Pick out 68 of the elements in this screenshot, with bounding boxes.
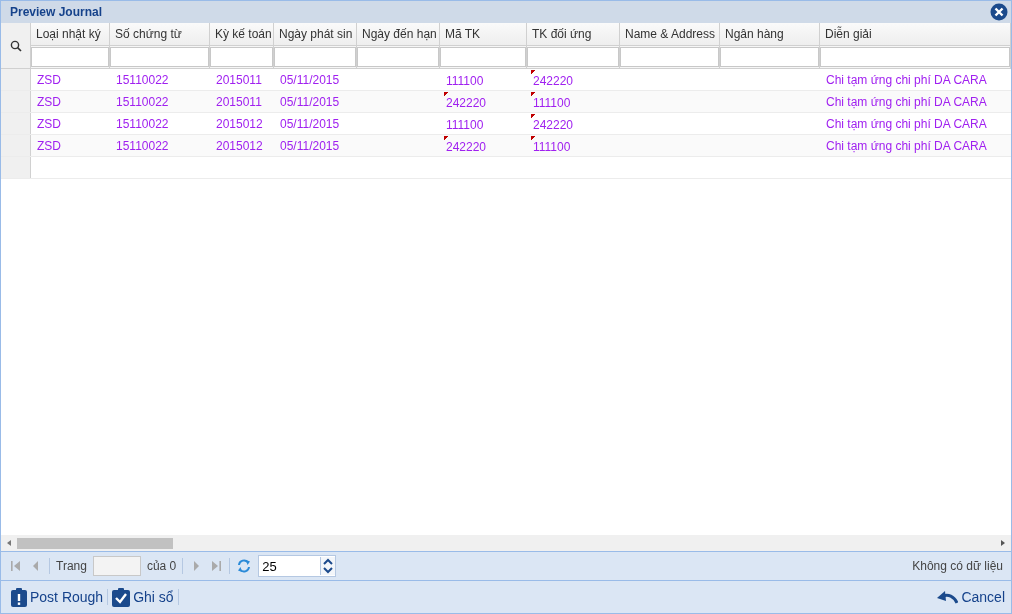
row-header[interactable]: [1, 69, 31, 90]
toolbar-button[interactable]: Ghi sổ: [112, 585, 174, 609]
table-cell-text: 111100: [445, 72, 484, 90]
table-cell: 15110022: [116, 72, 169, 87]
filter-field[interactable]: [210, 47, 273, 67]
row-header[interactable]: [1, 157, 31, 178]
filter-field[interactable]: [440, 47, 526, 67]
table-cell: ZSD: [37, 138, 61, 153]
table-cell: 2015012: [216, 116, 263, 131]
horizontal-scrollbar[interactable]: [1, 535, 1011, 551]
table-cell: 05/11/2015: [280, 94, 340, 109]
table-cell: 05/11/2015: [280, 72, 340, 87]
table-cell: 2015011: [216, 94, 262, 109]
window-title: Preview Journal: [10, 5, 104, 19]
table-cell: 15110022: [116, 138, 169, 153]
table-cell: Chi tạm ứng chi phí DA CARA: [826, 94, 987, 109]
page-size-spinner[interactable]: 25: [258, 555, 337, 577]
clipboard-exclamation-icon: [11, 587, 27, 607]
filter-field[interactable]: [274, 47, 356, 67]
table-cell: 15110022: [116, 116, 169, 131]
table-cell: 05/11/2015: [280, 138, 340, 153]
scroll-left-icon[interactable]: [5, 539, 13, 547]
undo-arrow-icon: [936, 590, 959, 604]
scrollbar-thumb[interactable]: [17, 537, 173, 549]
table-cell-text: 111100: [445, 116, 484, 134]
column-header[interactable]: Loại nhật ký: [31, 23, 109, 46]
filter-field[interactable]: [31, 47, 109, 67]
column-header[interactable]: Name & Address: [620, 23, 719, 46]
table-cell: ZSD: [37, 72, 61, 87]
column-header[interactable]: Kỳ kế toán: [210, 23, 273, 46]
table-cell: 15110022: [116, 94, 169, 109]
status-message: Không có dữ liệu: [912, 559, 1003, 573]
column-header[interactable]: Diễn giải: [820, 23, 1010, 46]
row-header[interactable]: [1, 91, 31, 112]
cancel-button[interactable]: Cancel: [936, 587, 1005, 607]
close-icon[interactable]: [990, 3, 1008, 21]
scroll-right-icon[interactable]: [999, 539, 1007, 547]
column-header[interactable]: Số chứng từ: [110, 23, 209, 46]
table-cell: ZSD: [37, 116, 61, 131]
column-header[interactable]: Ngày phát sin: [274, 23, 356, 46]
table-cell: Chi tạm ứng chi phí DA CARA: [826, 72, 987, 87]
filter-field[interactable]: [720, 47, 819, 67]
row-header[interactable]: [1, 113, 31, 134]
spin-down-icon[interactable]: [321, 566, 336, 575]
filter-field[interactable]: [527, 47, 619, 67]
filter-field[interactable]: [620, 47, 719, 67]
column-header[interactable]: Ngân hàng: [720, 23, 819, 46]
column-header[interactable]: Ngày đến hạn: [357, 23, 439, 46]
last-page-icon[interactable]: [209, 559, 224, 573]
refresh-icon[interactable]: [236, 558, 253, 574]
page-label: Trang: [56, 559, 87, 573]
toolbar-button[interactable]: Post Rough: [11, 585, 104, 609]
filter-field[interactable]: [820, 47, 1010, 67]
table-cell: 2015011: [216, 72, 262, 87]
column-header[interactable]: TK đối ứng: [527, 23, 619, 46]
search-icon[interactable]: [9, 39, 22, 52]
row-header[interactable]: [1, 135, 31, 156]
page-number-field[interactable]: [92, 556, 141, 576]
column-header[interactable]: Mã TK: [440, 23, 526, 46]
table-cell: Chi tạm ứng chi phí DA CARA: [826, 138, 987, 153]
page-count-label: của 0: [146, 559, 177, 573]
table-cell: 05/11/2015: [280, 116, 340, 131]
filter-field[interactable]: [110, 47, 209, 67]
clipboard-check-icon: [112, 587, 131, 607]
table-cell: Chi tạm ứng chi phí DA CARA: [826, 116, 987, 131]
table-cell: ZSD: [37, 94, 61, 109]
filter-field[interactable]: [357, 47, 439, 67]
table-cell: 2015012: [216, 138, 263, 153]
